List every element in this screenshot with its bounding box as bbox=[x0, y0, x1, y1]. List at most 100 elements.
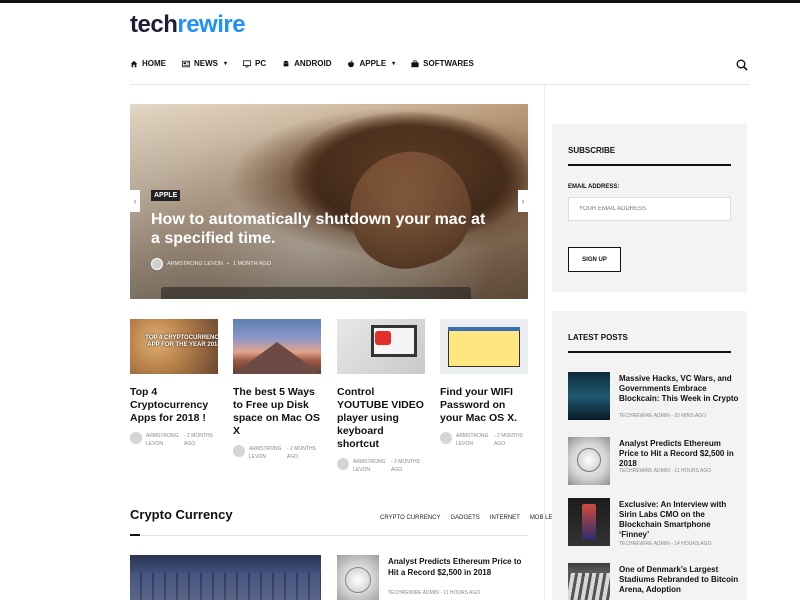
mountain-image bbox=[233, 342, 321, 374]
post-time: - 2 MONTHS AGO bbox=[494, 433, 523, 447]
nav-item-softwares[interactable]: SOFTWARES bbox=[411, 59, 474, 68]
post-meta: ARMSTRONG LEVON - 2 MONTHS AGO bbox=[233, 445, 321, 461]
nav-item-home[interactable]: HOME bbox=[130, 59, 166, 68]
widget-rule bbox=[568, 351, 731, 353]
logo-text-tech: tech bbox=[130, 11, 178, 38]
post-thumbnail[interactable] bbox=[568, 563, 610, 600]
hero-category-badge[interactable]: APPLE bbox=[151, 190, 181, 201]
slider-prev-arrow-icon[interactable]: ‹ bbox=[130, 190, 140, 212]
post-title[interactable]: Control YOUTUBE VIDEO player using keybo… bbox=[337, 386, 425, 451]
nav-label-pc: PC bbox=[255, 59, 267, 68]
post-meta: TECHREWIRE ADMIN - 20 MINS AGO bbox=[619, 413, 706, 419]
nav-label-android: ANDROID bbox=[294, 59, 332, 68]
search-icon[interactable] bbox=[736, 59, 748, 71]
latest-post-item[interactable]: Massive Hacks, VC Wars, and Governments … bbox=[568, 372, 738, 422]
avatar[interactable] bbox=[337, 458, 349, 470]
newspaper-icon bbox=[182, 60, 190, 67]
post-author[interactable]: ARMSTRONG LEVON bbox=[249, 445, 283, 461]
monitor-icon bbox=[243, 59, 252, 67]
widget-rule bbox=[568, 164, 731, 166]
window-image bbox=[448, 327, 520, 367]
section-divider bbox=[130, 535, 528, 536]
post-time: - 2 MONTHS AGO bbox=[184, 433, 213, 447]
avatar[interactable] bbox=[130, 432, 142, 444]
post-thumbnail[interactable] bbox=[337, 555, 379, 600]
nav-label-softwares: SOFTWARES bbox=[423, 59, 474, 68]
latest-post-item[interactable]: Analyst Predicts Ethereum Price to Hit a… bbox=[568, 437, 738, 487]
android-icon bbox=[283, 60, 289, 66]
post-thumbnail[interactable]: TOP 4 CRYPTOCURRENCY APP FOR THE YEAR 20… bbox=[130, 319, 218, 374]
post-author[interactable]: ARMSTRONG LEVON bbox=[146, 432, 180, 448]
home-icon bbox=[130, 60, 138, 67]
latest-posts-widget: LATEST POSTS Massive Hacks, VC Wars, and… bbox=[552, 311, 747, 600]
post-meta: TECHREWIRE ADMIN - 14 HOURS AGO bbox=[619, 541, 712, 547]
subscribe-widget: SUBSCRIBE EMAIL ADDRESS: SIGN UP bbox=[552, 124, 747, 292]
post-thumbnail[interactable] bbox=[568, 437, 610, 485]
tab-internet[interactable]: INTERNET bbox=[490, 515, 520, 521]
logo-text-rewire: rewire bbox=[177, 11, 246, 38]
tab-crypto-currency[interactable]: CRYPTO CURRENCY bbox=[380, 515, 440, 521]
nav-item-android[interactable]: ANDROID bbox=[282, 59, 331, 68]
section-title: Crypto Currency bbox=[130, 507, 233, 522]
post-thumbnail[interactable] bbox=[337, 319, 425, 374]
avatar[interactable] bbox=[233, 445, 245, 457]
post-title[interactable]: The best 5 Ways to Free up Disk space on… bbox=[233, 386, 321, 438]
avatar[interactable] bbox=[151, 258, 163, 270]
meta-separator: • bbox=[226, 261, 229, 267]
nav-label-news: NEWS bbox=[194, 59, 218, 68]
nav-item-apple[interactable]: APPLE ▾ bbox=[347, 59, 395, 68]
nav-item-pc[interactable]: PC bbox=[243, 59, 266, 68]
post-author[interactable]: ARMSTRONG LEVON bbox=[456, 432, 490, 448]
post-meta: TECHREWIRE ADMIN - 11 HOURS AGO bbox=[619, 468, 712, 474]
post-meta: ARMSTRONG LEVON - 2 MONTHS AGO bbox=[130, 432, 218, 448]
chevron-down-icon: ▾ bbox=[392, 61, 396, 67]
post-author[interactable]: ARMSTRONG LEVON bbox=[353, 458, 387, 474]
tab-mobile[interactable]: MOBILE bbox=[530, 515, 553, 521]
post-title[interactable]: Analyst Predicts Ethereum Price to Hit a… bbox=[388, 556, 528, 578]
latest-post-item[interactable]: Exclusive: An Interview with Sirin Labs … bbox=[568, 498, 738, 548]
email-label: EMAIL ADDRESS: bbox=[568, 184, 620, 190]
slider-next-arrow-icon[interactable]: › bbox=[518, 190, 528, 212]
post-card[interactable]: TOP 4 CRYPTOCURRENCY APP FOR THE YEAR 20… bbox=[130, 319, 218, 448]
post-thumbnail[interactable] bbox=[233, 319, 321, 374]
post-meta: ARMSTRONG LEVON - 2 MONTHS AGO bbox=[337, 458, 425, 474]
post-title[interactable]: Top 4 Cryptocurrency Apps for 2018 ! bbox=[130, 386, 218, 425]
site-logo[interactable]: techrewire bbox=[130, 11, 246, 39]
post-title[interactable]: Find your WIFI Password on your Mac OS X… bbox=[440, 386, 528, 425]
tab-gadgets[interactable]: GADGETS bbox=[450, 515, 479, 521]
signup-button[interactable]: SIGN UP bbox=[568, 247, 621, 272]
post-title[interactable]: Massive Hacks, VC Wars, and Governments … bbox=[619, 374, 739, 404]
main-nav: HOME NEWS ▾ PC ANDROID APPLE ▾ SOFTWARES bbox=[130, 59, 474, 68]
post-thumbnail[interactable] bbox=[568, 372, 610, 420]
nav-item-news[interactable]: NEWS ▾ bbox=[182, 59, 227, 68]
nav-label-apple: APPLE bbox=[359, 59, 387, 68]
nav-label-home: HOME bbox=[142, 59, 166, 68]
post-title[interactable]: One of Denmark’s Largest Stadiums Rebran… bbox=[619, 565, 739, 595]
post-time: - 2 MONTHS AGO bbox=[287, 446, 316, 460]
ethereum-coin-image bbox=[577, 448, 601, 472]
widget-heading: LATEST POSTS bbox=[568, 333, 628, 342]
post-title[interactable]: Exclusive: An Interview with Sirin Labs … bbox=[619, 500, 739, 540]
post-meta: TECHREWIRE ADMIN - 11 HOURS AGO bbox=[388, 590, 481, 596]
stadium-image bbox=[568, 573, 610, 600]
hero-author[interactable]: ARMSTRONG LEVON bbox=[167, 261, 223, 267]
hero-slider[interactable]: ‹ › APPLE How to automatically shutdown … bbox=[130, 104, 528, 299]
email-field[interactable] bbox=[568, 197, 731, 221]
post-card[interactable]: Find your WIFI Password on your Mac OS X… bbox=[440, 319, 528, 448]
briefcase-icon bbox=[411, 59, 419, 67]
post-thumbnail[interactable] bbox=[568, 498, 610, 546]
post-title[interactable]: Analyst Predicts Ethereum Price to Hit a… bbox=[619, 439, 739, 469]
hero-title[interactable]: How to automatically shutdown your mac a… bbox=[151, 210, 491, 248]
keyboard-image bbox=[130, 573, 321, 600]
avatar[interactable] bbox=[440, 432, 452, 444]
apple-icon bbox=[348, 59, 355, 67]
latest-post-item[interactable]: One of Denmark’s Largest Stadiums Rebran… bbox=[568, 563, 738, 600]
featured-post-thumbnail[interactable] bbox=[130, 555, 321, 600]
hero-time: 1 MONTH AGO bbox=[232, 261, 272, 267]
section-tabs: CRYPTO CURRENCY GADGETS INTERNET MOBILE bbox=[380, 515, 553, 521]
post-thumbnail[interactable] bbox=[440, 319, 528, 374]
post-card[interactable]: Control YOUTUBE VIDEO player using keybo… bbox=[337, 319, 425, 474]
thumbnail-caption: TOP 4 CRYPTOCURRENCY APP FOR THE YEAR 20… bbox=[145, 335, 218, 348]
post-card[interactable]: The best 5 Ways to Free up Disk space on… bbox=[233, 319, 321, 461]
nav-divider bbox=[130, 84, 750, 85]
